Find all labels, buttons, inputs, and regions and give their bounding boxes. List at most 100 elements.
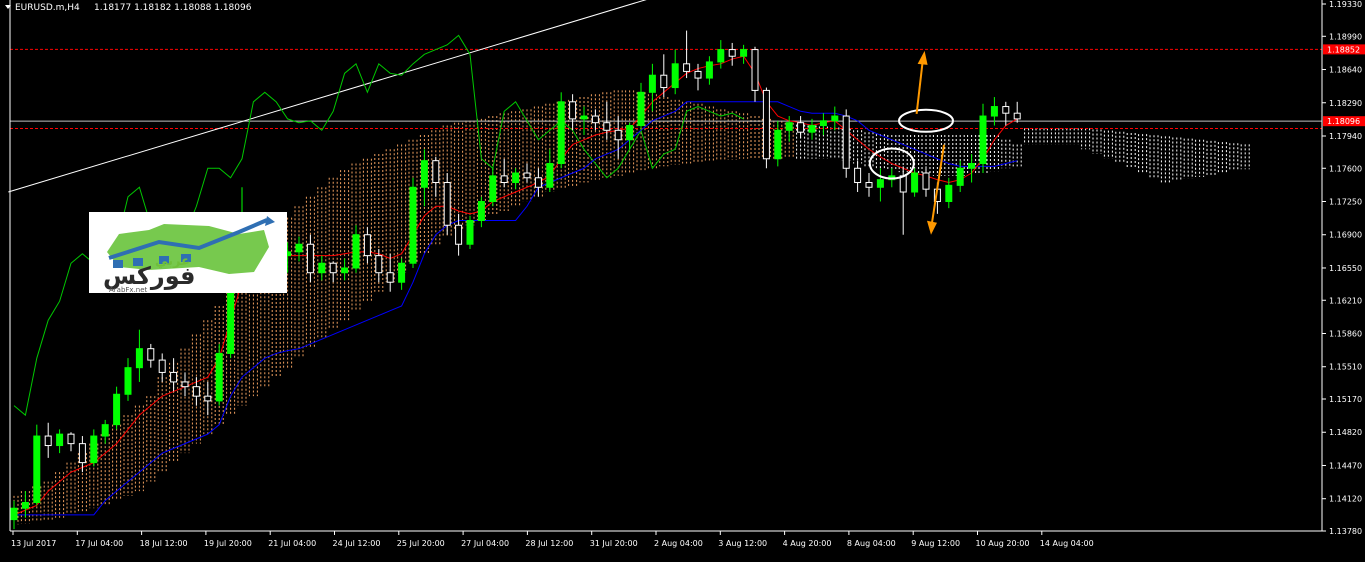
ichimoku-cloud: [9, 90, 1250, 525]
candle: [318, 255, 326, 281]
candle-body: [808, 125, 816, 133]
time-tick-label: 10 Aug 20:00: [976, 539, 1030, 548]
time-axis: 13 Jul 2017 17 Jul 04:00 18 Jul 12:00 19 Ju…: [11, 531, 1094, 548]
candle-body: [671, 63, 679, 89]
candle: [295, 236, 303, 262]
time-tick-label: 18 Jul 12:00: [140, 539, 188, 548]
candle: [808, 118, 816, 140]
candle: [1002, 101, 1010, 126]
candle-body: [489, 175, 497, 203]
candle-body: [614, 129, 622, 141]
candle-body: [705, 61, 713, 79]
candle: [329, 261, 337, 283]
candle: [21, 491, 29, 518]
candle-body: [170, 371, 178, 383]
annotations: [868, 50, 954, 235]
candle: [352, 225, 360, 273]
candle-body: [204, 395, 212, 402]
candle-body: [580, 115, 588, 120]
candle-body: [318, 262, 326, 274]
candle-body: [466, 219, 474, 245]
candle: [728, 42, 736, 66]
candle: [90, 429, 98, 467]
candle-body: [842, 115, 850, 169]
candle-body: [90, 435, 98, 464]
candle-body: [512, 172, 520, 184]
candle: [500, 158, 508, 188]
candle-body: [135, 348, 143, 369]
candle-body: [409, 186, 417, 264]
candle: [204, 381, 212, 416]
candle: [158, 353, 166, 382]
candle-body: [831, 115, 839, 122]
candle-body: [113, 393, 121, 426]
logo-url: ArabFx.net: [109, 286, 148, 294]
candle: [557, 92, 565, 169]
candle: [569, 94, 577, 131]
candle: [67, 432, 75, 452]
candle: [306, 234, 314, 283]
candle-body: [717, 49, 725, 63]
price-tick-label: 1.18290: [1329, 99, 1362, 108]
price-tick-label: 1.14120: [1329, 495, 1362, 504]
candle-body: [192, 386, 200, 397]
candle: [44, 422, 52, 458]
candle-body: [147, 348, 155, 361]
candle-body: [694, 70, 702, 79]
time-tick-label: 24 Jul 12:00: [333, 539, 381, 548]
candle-body: [865, 182, 873, 188]
candle-body: [10, 507, 18, 521]
candle: [113, 386, 121, 430]
candle-body: [124, 367, 132, 395]
candle-body: [945, 184, 953, 203]
candle: [876, 168, 884, 202]
candle: [751, 46, 759, 102]
price-tick-label: 1.14470: [1329, 461, 1362, 470]
candle-body: [455, 224, 463, 245]
symbol-label: EURUSD.m,H4: [15, 3, 80, 13]
candle: [774, 120, 782, 167]
candle-body: [534, 177, 542, 188]
time-tick-label: 14 Aug 04:00: [1040, 539, 1094, 548]
trendline: [8, 0, 647, 193]
price-tick-label: 1.16210: [1329, 296, 1362, 305]
candle-body: [420, 160, 428, 188]
candle: [591, 109, 599, 131]
arrow-up-icon: [917, 50, 928, 65]
candle: [375, 248, 383, 283]
price-tick-label: 1.13780: [1329, 527, 1362, 536]
candle: [637, 82, 645, 131]
candle: [443, 173, 451, 235]
candle-body: [785, 122, 793, 131]
candle-body: [683, 63, 691, 72]
candle: [409, 177, 417, 268]
candle: [170, 358, 178, 392]
candle-body: [762, 89, 770, 160]
candle-body: [979, 115, 987, 165]
candle-body: [591, 115, 599, 124]
price-tick-label: 1.19330: [1329, 0, 1362, 9]
candle: [671, 49, 679, 95]
candle: [124, 358, 132, 401]
candle-body: [648, 74, 656, 93]
price-tick-label: 1.17940: [1329, 132, 1362, 141]
candle-body: [181, 381, 189, 388]
time-tick-label: 13 Jul 2017: [11, 539, 56, 548]
candle-body: [523, 172, 531, 179]
candle: [831, 106, 839, 131]
candle: [363, 227, 371, 264]
candle-body: [660, 74, 668, 89]
candle-body: [352, 234, 360, 269]
price-tick-label: 1.16900: [1329, 231, 1362, 240]
candle-body: [603, 122, 611, 131]
candle-body: [956, 167, 964, 186]
candle-body: [911, 172, 919, 193]
candle-body: [21, 502, 29, 509]
price-tick-label: 1.15510: [1329, 363, 1362, 372]
price-tag-label: 1.18096: [1327, 117, 1360, 126]
candle-body: [67, 433, 75, 445]
candle-body: [341, 267, 349, 274]
time-tick-label: 28 Jul 12:00: [525, 539, 573, 548]
chart-area[interactable]: 1.19330 1.18990 1.18640 1.18290 1.17940 1.176…: [0, 0, 1365, 558]
candle-body: [329, 262, 337, 274]
